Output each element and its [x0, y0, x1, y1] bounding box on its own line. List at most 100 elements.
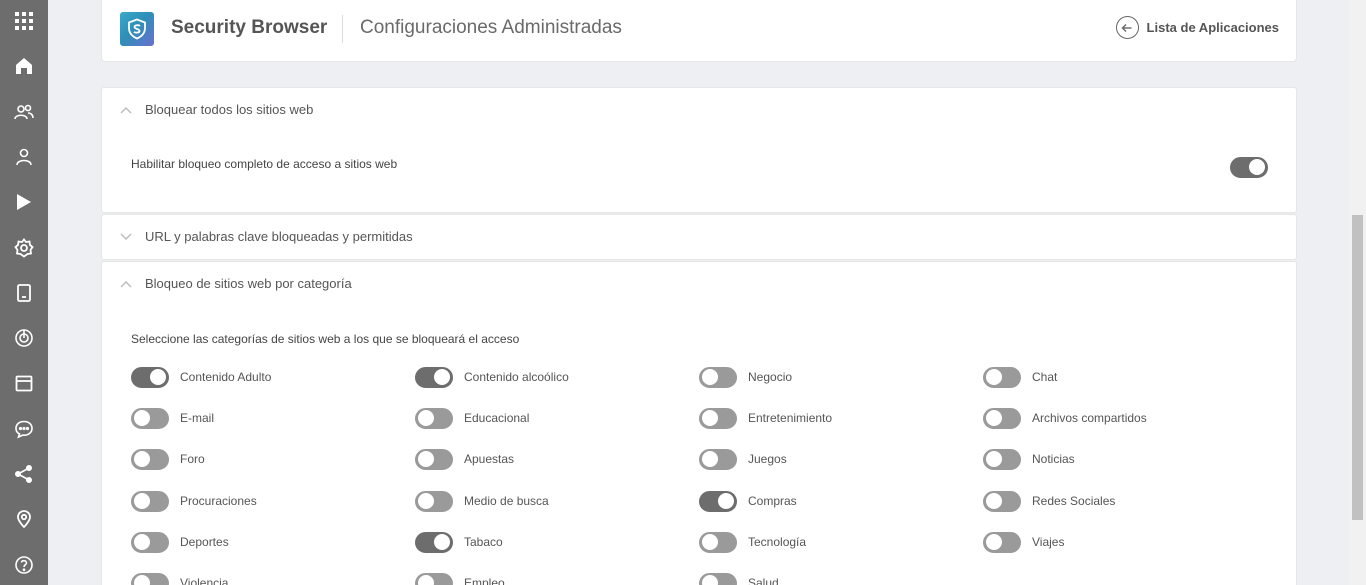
category-label: Noticias [1032, 452, 1075, 466]
panel-by-category-title: Bloqueo de sitios web por categoría [145, 276, 352, 291]
user-icon[interactable] [12, 145, 36, 169]
apps-grid-icon[interactable] [12, 9, 36, 33]
category-toggle[interactable] [415, 449, 453, 470]
panel-block-by-category: Bloqueo de sitios web por categoría Sele… [101, 261, 1297, 585]
toggle-knob [702, 575, 718, 585]
category-label: Redes Sociales [1032, 494, 1116, 508]
category-toggle[interactable] [131, 449, 169, 470]
panel-by-category-header[interactable]: Bloqueo de sitios web por categoría [120, 276, 352, 291]
category-label: Chat [1032, 370, 1058, 384]
sidebar [0, 0, 48, 585]
calendar-icon[interactable] [12, 371, 36, 395]
category-toggle[interactable] [131, 573, 169, 585]
category-toggle[interactable] [131, 532, 169, 553]
category-label: Viajes [1032, 535, 1065, 549]
app-title: Security Browser [171, 17, 328, 38]
panel-block-all-title: Bloquear todos los sitios web [145, 102, 314, 117]
toggle-knob [134, 575, 150, 585]
block-all-option-label: Habilitar bloqueo completo de acceso a s… [131, 157, 398, 171]
toggle-knob [718, 493, 734, 509]
panel-block-all-sites: Bloquear todos los sitios web Habilitar … [101, 87, 1297, 213]
chevron-up-icon [120, 278, 132, 290]
play-store-icon[interactable] [12, 190, 36, 214]
category-label: Compras [748, 494, 797, 508]
category-label: Violencia [180, 576, 229, 585]
page-title: Configuraciones Administradas [360, 17, 622, 38]
header-divider [342, 15, 343, 43]
category-toggle[interactable] [983, 367, 1021, 388]
toggle-knob [434, 534, 450, 550]
category-label: Entretenimiento [748, 411, 833, 425]
category-toggle[interactable] [699, 367, 737, 388]
category-label: Tecnología [748, 535, 807, 549]
toggle-knob [134, 534, 150, 550]
toggle-knob [434, 369, 450, 385]
toggle-knob [1249, 159, 1265, 175]
category-toggle[interactable] [131, 367, 169, 388]
category-description: Seleccione las categorías de sitios web … [131, 332, 520, 346]
category-label: Salud [748, 576, 779, 585]
category-label: Negocio [748, 370, 793, 384]
toggle-knob [986, 410, 1002, 426]
category-label: Contenido Adulto [180, 370, 272, 384]
toggle-knob [986, 493, 1002, 509]
location-icon[interactable] [12, 507, 36, 531]
chat-icon[interactable] [12, 417, 36, 441]
category-toggle[interactable] [415, 573, 453, 585]
panel-block-all-header[interactable]: Bloquear todos los sitios web [120, 102, 313, 117]
chevron-down-icon [120, 231, 132, 243]
scrollbar-thumb[interactable] [1352, 215, 1363, 520]
toggle-knob [986, 451, 1002, 467]
category-toggle[interactable] [699, 449, 737, 470]
category-label: Empleo [464, 576, 505, 585]
category-label: Medio de busca [464, 494, 549, 508]
toggle-knob [418, 451, 434, 467]
category-toggle[interactable] [983, 532, 1021, 553]
category-toggle[interactable] [699, 491, 737, 512]
category-toggle[interactable] [415, 367, 453, 388]
toggle-knob [134, 410, 150, 426]
device-icon[interactable] [12, 281, 36, 305]
toggle-knob [702, 410, 718, 426]
toggle-knob [418, 410, 434, 426]
share-icon[interactable] [12, 462, 36, 486]
dashboard-icon[interactable] [12, 54, 36, 78]
radar-icon[interactable] [12, 326, 36, 350]
users-icon[interactable] [12, 100, 36, 124]
category-toggle[interactable] [415, 408, 453, 429]
category-toggle[interactable] [699, 408, 737, 429]
back-to-app-list-link[interactable]: Lista de Aplicaciones [1115, 16, 1279, 39]
category-label: Deportes [180, 535, 229, 549]
category-label: Juegos [748, 452, 787, 466]
category-toggle[interactable] [983, 491, 1021, 512]
help-icon[interactable] [12, 553, 36, 577]
toggle-knob [134, 451, 150, 467]
settings-icon[interactable] [12, 236, 36, 260]
page-scrollbar[interactable] [1349, 0, 1366, 585]
toggle-knob [418, 493, 434, 509]
category-toggle[interactable] [415, 491, 453, 512]
app-header: Security Browser Configuraciones Adminis… [101, 0, 1297, 62]
category-toggle[interactable] [131, 408, 169, 429]
category-label: Foro [180, 452, 205, 466]
panel-url-keywords-header[interactable]: URL y palabras clave bloqueadas y permit… [120, 229, 413, 244]
category-label: Contenido alcoólico [464, 370, 569, 384]
category-toggle[interactable] [131, 491, 169, 512]
panel-url-keywords-title: URL y palabras clave bloqueadas y permit… [145, 229, 413, 244]
category-toggle[interactable] [415, 532, 453, 553]
category-toggle[interactable] [983, 449, 1021, 470]
category-label: Archivos compartidos [1032, 411, 1147, 425]
block-all-toggle[interactable] [1230, 157, 1268, 178]
category-label: E-mail [180, 411, 215, 425]
toggle-knob [134, 493, 150, 509]
toggle-knob [986, 534, 1002, 550]
category-label: Apuestas [464, 452, 515, 466]
panel-url-keywords: URL y palabras clave bloqueadas y permit… [101, 214, 1297, 260]
category-toggle[interactable] [699, 573, 737, 585]
arrow-left-icon [1115, 16, 1139, 39]
chevron-up-icon [120, 104, 132, 116]
category-label: Procuraciones [180, 494, 257, 508]
category-toggle[interactable] [699, 532, 737, 553]
category-toggle[interactable] [983, 408, 1021, 429]
toggle-knob [986, 369, 1002, 385]
